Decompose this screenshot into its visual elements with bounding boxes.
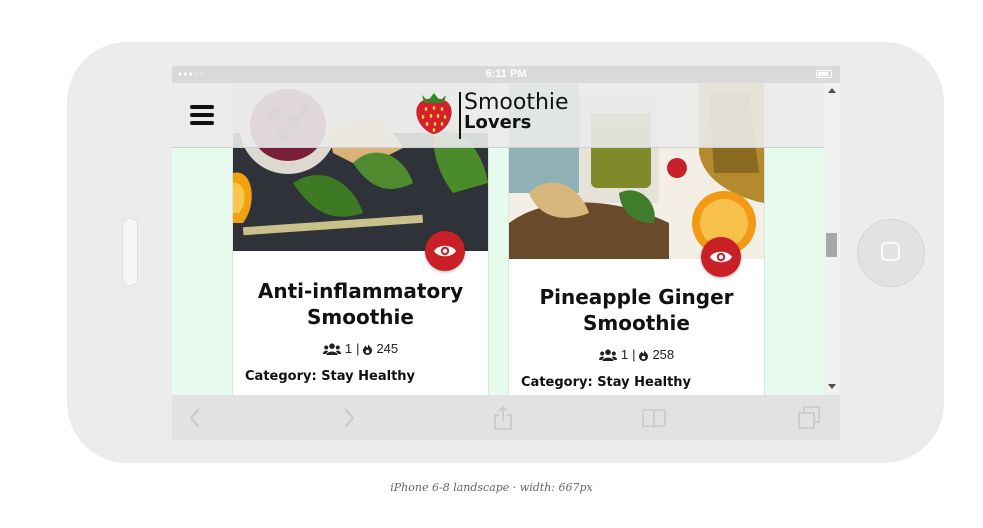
view-recipe-button[interactable] [701, 237, 741, 277]
status-bar: ●●●○○ 6:11 PM [172, 66, 840, 83]
calories-count: 245 [376, 341, 399, 356]
meta-separator: | [356, 341, 360, 356]
recipe-title[interactable]: Pineapple Ginger Smoothie [509, 284, 764, 336]
web-viewport: Anti-inflammatory Smoothie 1 | 245 Categ… [172, 83, 824, 395]
recipe-meta: 1 | 245 [233, 341, 488, 356]
chevron-left-icon[interactable] [184, 406, 208, 430]
users-icon [598, 348, 617, 361]
scrollbar-thumb[interactable] [826, 233, 837, 257]
status-time: 6:11 PM [485, 68, 527, 80]
home-square-icon [881, 242, 900, 261]
recipe-title[interactable]: Anti-inflammatory Smoothie [233, 278, 488, 330]
share-icon[interactable] [491, 406, 515, 430]
scroll-down-arrow-icon[interactable] [828, 384, 836, 389]
title-line-1: Anti-inflammatory [257, 279, 464, 303]
hamburger-menu-icon[interactable] [190, 105, 214, 126]
title-line-2: Smoothie [307, 305, 414, 329]
book-icon[interactable] [642, 406, 666, 430]
servings-count: 1 [344, 341, 353, 356]
title-line-1: Pineapple Ginger [539, 285, 734, 309]
vertical-scrollbar[interactable] [824, 83, 840, 395]
strawberry-icon [416, 93, 452, 134]
recipe-category: Category: Stay Healthy [521, 375, 692, 390]
users-icon [322, 342, 341, 355]
logo-divider [459, 92, 461, 139]
browser-toolbar [172, 395, 840, 440]
title-line-2: Smoothie [583, 311, 690, 335]
site-header: Smoothie Lovers [172, 83, 824, 148]
phone-speaker-slot [122, 218, 138, 286]
eye-icon [710, 251, 732, 263]
calories-count: 258 [652, 347, 675, 362]
recipe-category: Category: Stay Healthy [245, 369, 416, 384]
device-caption: iPhone 6-8 landscape · width: 667px [390, 481, 593, 494]
view-recipe-button[interactable] [425, 231, 465, 271]
meta-separator: | [632, 347, 636, 362]
brand-name-line-2: Lovers [464, 112, 532, 133]
servings-count: 1 [620, 347, 629, 362]
tabs-icon[interactable] [797, 406, 821, 430]
flame-icon [363, 342, 373, 355]
battery-icon [816, 70, 832, 78]
flame-icon [639, 348, 649, 361]
site-logo[interactable]: Smoothie Lovers [414, 89, 584, 141]
recipe-meta: 1 | 258 [509, 347, 764, 362]
home-button[interactable] [857, 219, 925, 287]
chevron-right-icon[interactable] [336, 406, 360, 430]
scroll-up-arrow-icon[interactable] [828, 88, 836, 93]
eye-icon [434, 245, 456, 257]
